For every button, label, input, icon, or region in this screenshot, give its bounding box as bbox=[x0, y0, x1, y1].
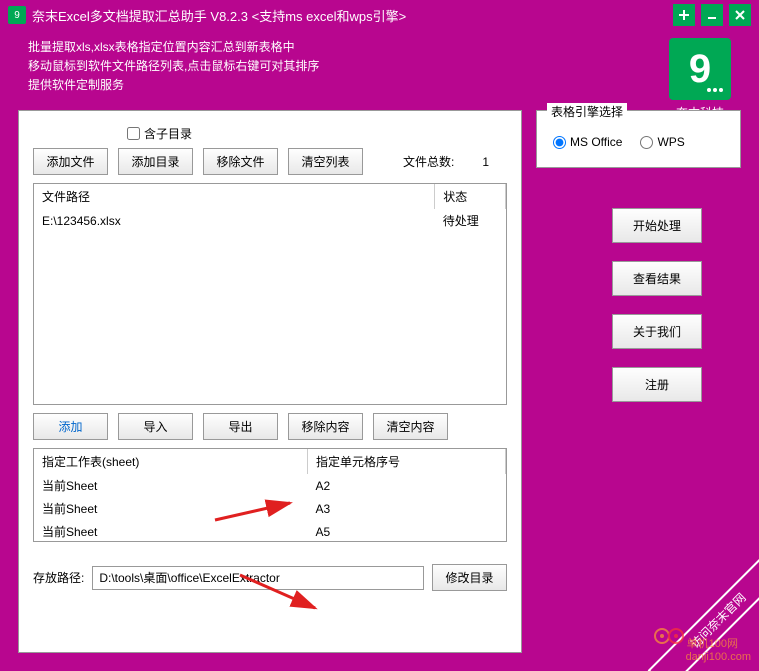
save-path-input[interactable] bbox=[92, 566, 424, 590]
desc-line-3: 提供软件定制服务 bbox=[28, 76, 319, 95]
table-row[interactable]: E:\123456.xlsx待处理 bbox=[34, 209, 506, 232]
pin-button[interactable] bbox=[673, 4, 695, 26]
desc-line-1: 批量提取xls,xlsx表格指定位置内容汇总到新表格中 bbox=[28, 38, 319, 57]
radio-wps-input[interactable] bbox=[640, 136, 653, 149]
engine-fieldset: 表格引擎选择 MS Office WPS bbox=[536, 110, 741, 168]
radio-ms-office[interactable]: MS Office bbox=[553, 135, 622, 149]
title-text: 奈末Excel多文档提取汇总助手 V8.2.3 <支持ms excel和wps引… bbox=[32, 6, 673, 25]
main-panel: 含子目录 添加文件 添加目录 移除文件 清空列表 文件总数: 1 文件路径 状态… bbox=[18, 110, 522, 653]
table-row[interactable]: 当前SheetA2 bbox=[34, 474, 506, 497]
register-button[interactable]: 注册 bbox=[612, 367, 702, 402]
include-subdir-checkbox[interactable]: 含子目录 bbox=[127, 125, 507, 142]
cell-cell: A5 bbox=[307, 520, 505, 542]
start-process-button[interactable]: 开始处理 bbox=[612, 208, 702, 243]
export-button[interactable]: 导出 bbox=[203, 413, 278, 440]
add-dir-button[interactable]: 添加目录 bbox=[118, 148, 193, 175]
radio-ms-office-input[interactable] bbox=[553, 136, 566, 149]
close-button[interactable] bbox=[729, 4, 751, 26]
engine-legend: 表格引擎选择 bbox=[547, 103, 627, 120]
add-file-button[interactable]: 添加文件 bbox=[33, 148, 108, 175]
modify-dir-button[interactable]: 修改目录 bbox=[432, 564, 507, 591]
import-button[interactable]: 导入 bbox=[118, 413, 193, 440]
about-us-button[interactable]: 关于我们 bbox=[612, 314, 702, 349]
cell-cell: A3 bbox=[307, 497, 505, 520]
file-count-value: 1 bbox=[482, 155, 489, 169]
col-header-sheet[interactable]: 指定工作表(sheet) bbox=[34, 449, 307, 474]
radio-wps[interactable]: WPS bbox=[640, 135, 684, 149]
cell-path: E:\123456.xlsx bbox=[34, 209, 435, 232]
cell-sheet: 当前Sheet bbox=[34, 497, 307, 520]
cell-sheet: 当前Sheet bbox=[34, 520, 307, 542]
remove-file-button[interactable]: 移除文件 bbox=[203, 148, 278, 175]
col-header-cell[interactable]: 指定单元格序号 bbox=[307, 449, 505, 474]
table-row[interactable]: 当前SheetA5 bbox=[34, 520, 506, 542]
app-icon: 9 bbox=[8, 6, 26, 24]
description: 批量提取xls,xlsx表格指定位置内容汇总到新表格中 移动鼠标到软件文件路径列… bbox=[28, 38, 319, 121]
save-path-label: 存放路径: bbox=[33, 569, 84, 586]
watermark: 单机100网 danji100.com bbox=[654, 626, 751, 663]
remove-content-button[interactable]: 移除内容 bbox=[288, 413, 363, 440]
logo-box[interactable]: 9 奈末科技 bbox=[661, 38, 739, 121]
file-count-label: 文件总数: bbox=[403, 153, 454, 170]
right-panel: 表格引擎选择 MS Office WPS 开始处理 查看结果 关于我们 注册 bbox=[536, 110, 741, 420]
file-table[interactable]: 文件路径 状态 E:\123456.xlsx待处理 bbox=[33, 183, 507, 405]
col-header-path[interactable]: 文件路径 bbox=[34, 184, 435, 209]
add-button[interactable]: 添加 bbox=[33, 413, 108, 440]
clear-content-button[interactable]: 清空内容 bbox=[373, 413, 448, 440]
col-header-status[interactable]: 状态 bbox=[435, 184, 506, 209]
logo-icon: 9 bbox=[669, 38, 731, 100]
sheet-table[interactable]: 指定工作表(sheet) 指定单元格序号 当前SheetA2当前SheetA3当… bbox=[33, 448, 507, 542]
clear-list-button[interactable]: 清空列表 bbox=[288, 148, 363, 175]
cell-sheet: 当前Sheet bbox=[34, 474, 307, 497]
table-row[interactable]: 当前SheetA3 bbox=[34, 497, 506, 520]
cell-status: 待处理 bbox=[435, 209, 506, 232]
minimize-button[interactable] bbox=[701, 4, 723, 26]
desc-line-2: 移动鼠标到软件文件路径列表,点击鼠标右键可对其排序 bbox=[28, 57, 319, 76]
watermark-icon bbox=[654, 626, 684, 646]
view-result-button[interactable]: 查看结果 bbox=[612, 261, 702, 296]
app-window: 9 奈末Excel多文档提取汇总助手 V8.2.3 <支持ms excel和wp… bbox=[0, 0, 759, 671]
titlebar: 9 奈末Excel多文档提取汇总助手 V8.2.3 <支持ms excel和wp… bbox=[0, 0, 759, 30]
include-subdir-input[interactable] bbox=[127, 127, 140, 140]
cell-cell: A2 bbox=[307, 474, 505, 497]
